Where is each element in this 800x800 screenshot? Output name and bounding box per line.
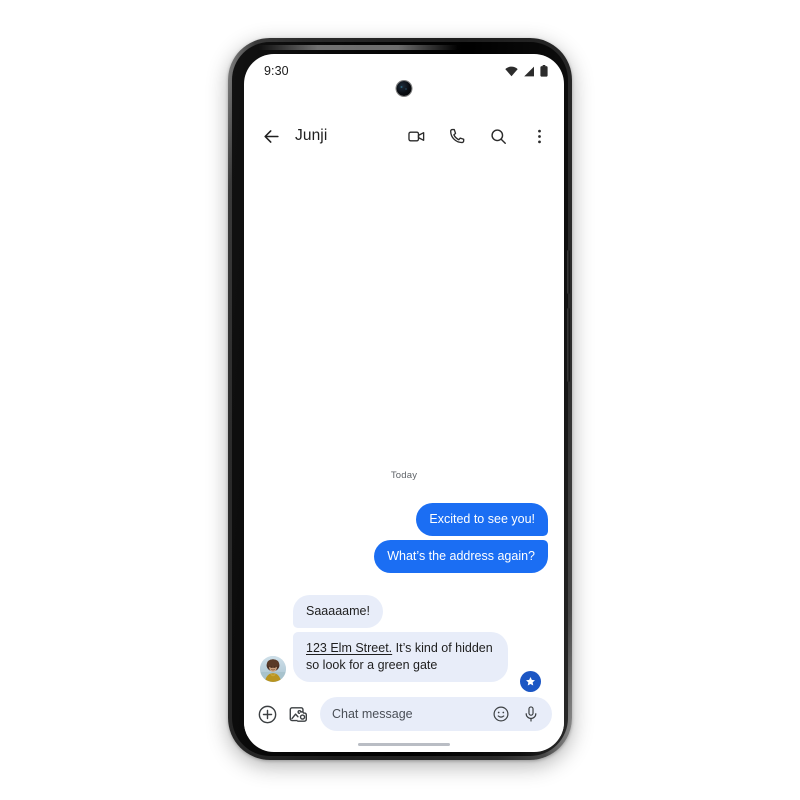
message-row[interactable]: What’s the address again?	[244, 540, 564, 573]
star-badge-icon[interactable]	[520, 671, 541, 692]
message-row-with-avatar[interactable]: 123 Elm Street. It’s kind of hidden so l…	[244, 632, 564, 692]
message-bubble-sent[interactable]: What’s the address again?	[374, 540, 548, 573]
message-thread[interactable]: Today Excited to see you! What’s the add…	[244, 158, 564, 692]
bezel-highlight-top	[258, 45, 458, 50]
message-row[interactable]: Excited to see you!	[244, 503, 564, 536]
volume-button[interactable]	[567, 308, 570, 382]
microphone-icon[interactable]	[521, 705, 540, 724]
message-bubble-received[interactable]: Saaaaame!	[293, 595, 383, 628]
status-icons	[505, 65, 548, 77]
day-divider: Today	[390, 470, 418, 481]
gesture-navigation-pill[interactable]	[358, 742, 450, 746]
video-call-icon[interactable]	[406, 126, 426, 146]
power-button[interactable]	[567, 250, 570, 294]
phone-bezel: 9:30 Junji Today Excited to see you! Wha…	[232, 42, 570, 756]
cellular-signal-icon	[523, 66, 535, 77]
address-link[interactable]: 123 Elm Street.	[306, 641, 392, 655]
status-bar: 9:30	[244, 54, 564, 96]
conversation-title: Junji	[295, 127, 328, 144]
chat-message-input[interactable]: Chat message	[320, 697, 552, 731]
add-attachment-icon[interactable]	[256, 703, 278, 725]
battery-icon	[540, 65, 548, 77]
conversation-app-bar: Junji	[244, 114, 564, 158]
contact-avatar[interactable]	[260, 656, 286, 682]
emoji-icon[interactable]	[491, 705, 510, 724]
front-camera-punch-hole	[396, 81, 412, 96]
message-row[interactable]: Saaaaame!	[244, 595, 564, 628]
phone-screen: 9:30 Junji Today Excited to see you! Wha…	[244, 54, 564, 752]
compose-bar: Chat message	[244, 692, 564, 736]
status-time: 9:30	[264, 64, 289, 78]
chat-input-placeholder: Chat message	[332, 707, 413, 721]
message-bubble-received[interactable]: 123 Elm Street. It’s kind of hidden so l…	[293, 632, 508, 682]
back-arrow-icon[interactable]	[258, 123, 284, 149]
phone-device-frame: 9:30 Junji Today Excited to see you! Wha…	[228, 38, 572, 760]
camera-lens-glint-b	[405, 88, 407, 90]
screenshot-canvas: 9:30 Junji Today Excited to see you! Wha…	[0, 0, 800, 800]
message-bubble-sent[interactable]: Excited to see you!	[416, 503, 548, 536]
app-bar-actions	[406, 126, 549, 146]
gallery-camera-icon[interactable]	[287, 703, 309, 725]
more-options-icon[interactable]	[529, 126, 549, 146]
wifi-icon	[505, 66, 518, 77]
voice-call-icon[interactable]	[447, 126, 467, 146]
search-icon[interactable]	[488, 126, 508, 146]
camera-lens-glint-a	[400, 86, 403, 89]
